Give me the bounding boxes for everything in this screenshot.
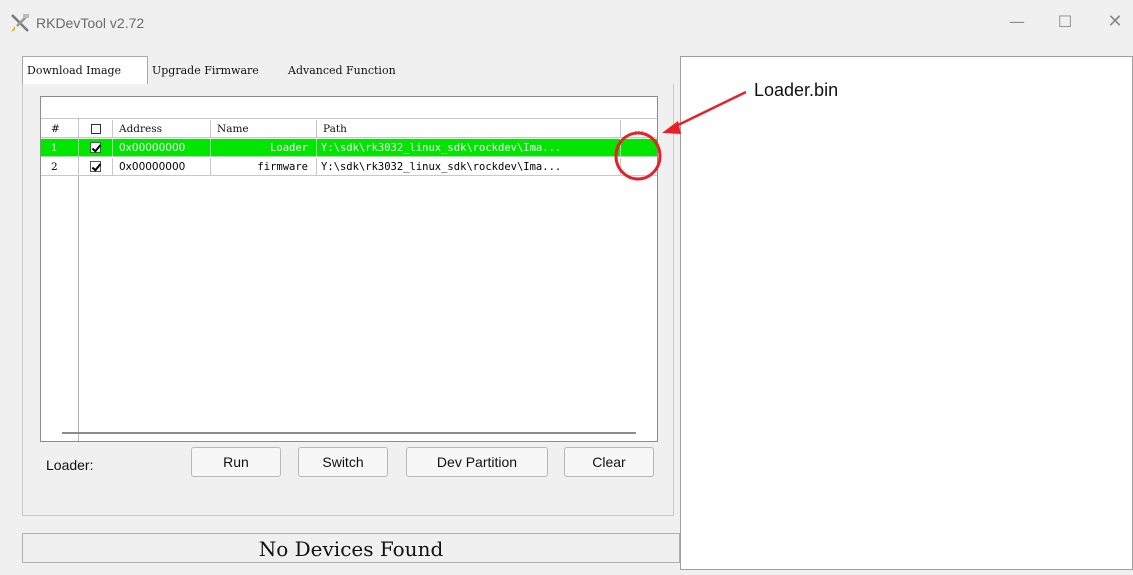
header-path: Path [317,120,621,138]
table-row[interactable]: 2 0x00000000 firmware Y:\sdk\rk3032_linu… [41,158,657,176]
row-index: 1 [41,139,79,157]
browse-button[interactable] [621,158,657,176]
horizontal-scrollbar[interactable] [62,432,636,434]
run-button[interactable]: Run [191,447,281,477]
row-checkbox-cell[interactable] [79,139,113,157]
dev-partition-button[interactable]: Dev Partition [406,447,548,477]
row-address[interactable]: 0x00000000 [113,158,211,176]
status-bar: No Devices Found [22,533,680,563]
row-checkbox-cell[interactable] [79,158,113,176]
close-button[interactable]: ✕ [1102,10,1128,34]
switch-button[interactable]: Switch [298,447,388,477]
row-checkbox[interactable] [90,142,101,153]
row-path[interactable]: Y:\sdk\rk3032_linux_sdk\rockdev\Ima... [317,139,621,157]
row-path[interactable]: Y:\sdk\rk3032_linux_sdk\rockdev\Ima... [317,158,621,176]
browse-button[interactable] [621,139,657,157]
table-toolbar [41,97,657,119]
image-table: # Address Name Path ... 1 0x00000000 Loa… [40,96,658,442]
loader-label: Loader: [46,457,94,473]
annotation-label: Loader.bin [754,80,839,100]
minimize-button[interactable]: — [1004,10,1030,34]
header-index: # [41,120,79,138]
header-address: Address [113,120,211,138]
clear-button[interactable]: Clear [564,447,654,477]
window-title: RKDevTool v2.72 [36,15,145,31]
row-checkbox[interactable] [90,161,101,172]
row-index: 2 [41,158,79,176]
title-bar: RKDevTool v2.72 — ☐ ✕ [0,0,1133,44]
table-row[interactable]: 1 0x00000000 Loader Y:\sdk\rk3032_linux_… [41,139,657,157]
header-select-all[interactable] [79,120,113,138]
header-name: Name [211,120,317,138]
row-address[interactable]: 0x00000000 [113,139,211,157]
row-name[interactable]: Loader [211,139,317,157]
maximize-button[interactable]: ☐ [1052,10,1078,34]
row-name[interactable]: firmware [211,158,317,176]
tab-upgrade-firmware[interactable]: Upgrade Firmware [148,58,282,84]
header-browse: ... [633,123,644,135]
tab-advanced-function[interactable]: Advanced Function [284,58,444,84]
tab-download-image[interactable]: Download Image [22,56,148,84]
annotation-panel [680,56,1133,570]
app-logo-icon [9,12,31,34]
select-all-checkbox[interactable] [90,124,101,134]
